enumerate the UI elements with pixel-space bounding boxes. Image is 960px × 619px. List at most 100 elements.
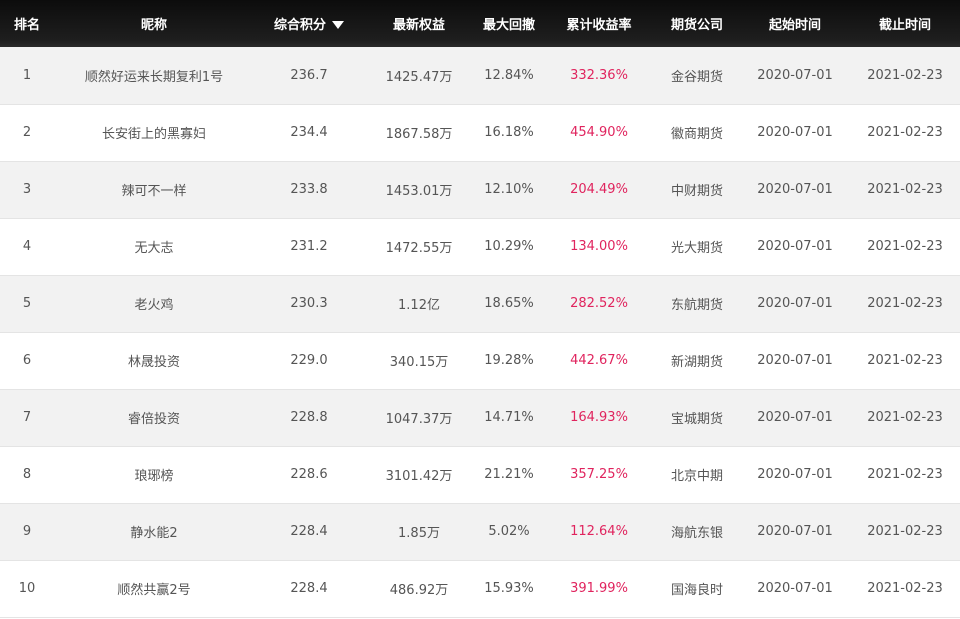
cell-score: 230.3 bbox=[290, 296, 328, 311]
cell-end-time: 2021-02-23 bbox=[867, 353, 943, 368]
cell-company: 海航东银 bbox=[670, 526, 723, 541]
cell-rank: 8 bbox=[22, 467, 32, 482]
cell-return: 134.00% bbox=[570, 239, 628, 254]
header-nickname: 昵称 bbox=[140, 18, 167, 33]
cell-end-time: 2021-02-23 bbox=[867, 581, 943, 596]
cell-score: 236.7 bbox=[290, 67, 328, 83]
cell-equity: 1047.37万 bbox=[385, 412, 453, 427]
cell-drawdown: 14.71% bbox=[484, 410, 534, 425]
cell-rank: 10 bbox=[18, 581, 36, 596]
cell-score: 234.4 bbox=[290, 125, 328, 140]
cell-return: 204.49% bbox=[570, 182, 628, 197]
cell-equity: 1425.47万 bbox=[385, 69, 453, 85]
table-row: 10 顺然共赢2号 228.4 486.92万 15.93% 391.99% 国… bbox=[0, 560, 960, 617]
table-header: 排名 昵称 综合积分 最新权益 最大回撤 累计收益率 期货公司 起始时间 截止时… bbox=[0, 0, 960, 47]
cell-equity: 1472.55万 bbox=[385, 241, 453, 256]
header-return: 累计收益率 bbox=[566, 18, 632, 33]
header-drawdown: 最大回撤 bbox=[482, 18, 535, 33]
cell-rank: 5 bbox=[22, 296, 32, 311]
cell-company: 光大期货 bbox=[670, 241, 723, 256]
cell-equity: 1453.01万 bbox=[385, 184, 453, 199]
cell-drawdown: 10.29% bbox=[484, 239, 534, 254]
cell-start-time: 2020-07-01 bbox=[757, 182, 833, 197]
cell-start-time: 2020-07-01 bbox=[757, 410, 833, 425]
table-row: 5 老火鸡 230.3 1.12亿 18.65% 282.52% 东航期货 20… bbox=[0, 275, 960, 332]
cell-start-time: 2020-07-01 bbox=[757, 524, 833, 539]
cell-score: 228.6 bbox=[290, 467, 328, 482]
ranking-table: 排名 昵称 综合积分 最新权益 最大回撤 累计收益率 期货公司 起始时间 截止时… bbox=[0, 0, 960, 618]
cell-score: 228.4 bbox=[290, 524, 328, 539]
cell-end-time: 2021-02-23 bbox=[867, 524, 943, 539]
cell-company: 东航期货 bbox=[670, 298, 723, 313]
cell-drawdown: 19.28% bbox=[484, 353, 534, 368]
cell-score: 228.8 bbox=[290, 410, 328, 425]
cell-rank: 6 bbox=[22, 353, 32, 368]
cell-return: 282.52% bbox=[570, 296, 628, 311]
cell-end-time: 2021-02-23 bbox=[867, 182, 943, 197]
cell-end-time: 2021-02-23 bbox=[867, 467, 943, 482]
header-end-time: 截止时间 bbox=[878, 18, 931, 33]
cell-nickname: 琅琊榜 bbox=[134, 469, 174, 484]
cell-drawdown: 18.65% bbox=[484, 296, 534, 311]
cell-start-time: 2020-07-01 bbox=[757, 125, 833, 140]
table-row: 1 顺然好运来长期复利1号 236.7 1425.47万 12.84% 332.… bbox=[0, 47, 960, 104]
table-row: 6 林晟投资 229.0 340.15万 19.28% 442.67% 新湖期货… bbox=[0, 332, 960, 389]
cell-equity: 1.85万 bbox=[398, 526, 440, 541]
cell-nickname: 无大志 bbox=[134, 241, 174, 256]
cell-equity: 1.12亿 bbox=[398, 298, 440, 313]
cell-nickname: 顺然共赢2号 bbox=[117, 583, 191, 598]
cell-return: 164.93% bbox=[570, 410, 628, 425]
cell-nickname: 长安街上的黑寡妇 bbox=[101, 127, 206, 142]
cell-company: 新湖期货 bbox=[670, 355, 723, 370]
cell-nickname: 辣可不一样 bbox=[121, 184, 187, 199]
table-row: 8 琅琊榜 228.6 3101.42万 21.21% 357.25% 北京中期… bbox=[0, 446, 960, 503]
header-equity: 最新权益 bbox=[392, 18, 445, 33]
header-score-sortable[interactable]: 综合积分 bbox=[254, 0, 364, 47]
cell-drawdown: 5.02% bbox=[488, 524, 530, 539]
cell-return: 454.90% bbox=[570, 125, 628, 140]
cell-company: 宝城期货 bbox=[670, 412, 723, 427]
cell-drawdown: 12.10% bbox=[484, 182, 534, 197]
table-body: 1 顺然好运来长期复利1号 236.7 1425.47万 12.84% 332.… bbox=[0, 47, 960, 617]
cell-drawdown: 21.21% bbox=[484, 467, 534, 482]
cell-rank: 4 bbox=[22, 239, 32, 254]
cell-start-time: 2020-07-01 bbox=[757, 296, 833, 311]
cell-equity: 486.92万 bbox=[389, 583, 449, 598]
cell-rank: 2 bbox=[22, 125, 32, 140]
cell-company: 国海良时 bbox=[670, 583, 723, 598]
cell-score: 231.2 bbox=[290, 239, 328, 254]
table-row: 9 静水能2 228.4 1.85万 5.02% 112.64% 海航东银 20… bbox=[0, 503, 960, 560]
cell-nickname: 顺然好运来长期复利1号 bbox=[84, 69, 224, 85]
table-row: 2 长安街上的黑寡妇 234.4 1867.58万 16.18% 454.90%… bbox=[0, 104, 960, 161]
cell-return: 442.67% bbox=[570, 353, 628, 368]
header-start-time: 起始时间 bbox=[768, 18, 821, 33]
cell-company: 北京中期 bbox=[670, 469, 723, 484]
header-company: 期货公司 bbox=[670, 18, 723, 33]
cell-drawdown: 12.84% bbox=[484, 67, 534, 83]
cell-rank: 1 bbox=[22, 67, 32, 83]
cell-drawdown: 15.93% bbox=[484, 581, 534, 596]
cell-rank: 9 bbox=[22, 524, 32, 539]
cell-start-time: 2020-07-01 bbox=[757, 239, 833, 254]
cell-score: 229.0 bbox=[290, 353, 328, 368]
cell-start-time: 2020-07-01 bbox=[757, 581, 833, 596]
cell-equity: 3101.42万 bbox=[385, 469, 453, 484]
cell-company: 中财期货 bbox=[670, 184, 723, 199]
sort-desc-triangle-icon[interactable] bbox=[332, 20, 344, 29]
table-row: 7 睿倍投资 228.8 1047.37万 14.71% 164.93% 宝城期… bbox=[0, 389, 960, 446]
cell-start-time: 2020-07-01 bbox=[757, 67, 833, 83]
cell-rank: 3 bbox=[22, 182, 32, 197]
cell-company: 金谷期货 bbox=[670, 69, 723, 85]
table-row: 3 辣可不一样 233.8 1453.01万 12.10% 204.49% 中财… bbox=[0, 161, 960, 218]
header-row: 排名 昵称 综合积分 最新权益 最大回撤 累计收益率 期货公司 起始时间 截止时… bbox=[0, 0, 960, 47]
cell-score: 228.4 bbox=[290, 581, 328, 596]
cell-return: 391.99% bbox=[570, 581, 628, 596]
cell-drawdown: 16.18% bbox=[484, 125, 534, 140]
cell-rank: 7 bbox=[22, 410, 32, 425]
cell-nickname: 睿倍投资 bbox=[127, 412, 180, 427]
cell-nickname: 林晟投资 bbox=[127, 355, 180, 370]
cell-equity: 1867.58万 bbox=[385, 127, 453, 142]
cell-end-time: 2021-02-23 bbox=[867, 410, 943, 425]
cell-nickname: 老火鸡 bbox=[134, 298, 174, 313]
cell-end-time: 2021-02-23 bbox=[867, 67, 943, 83]
